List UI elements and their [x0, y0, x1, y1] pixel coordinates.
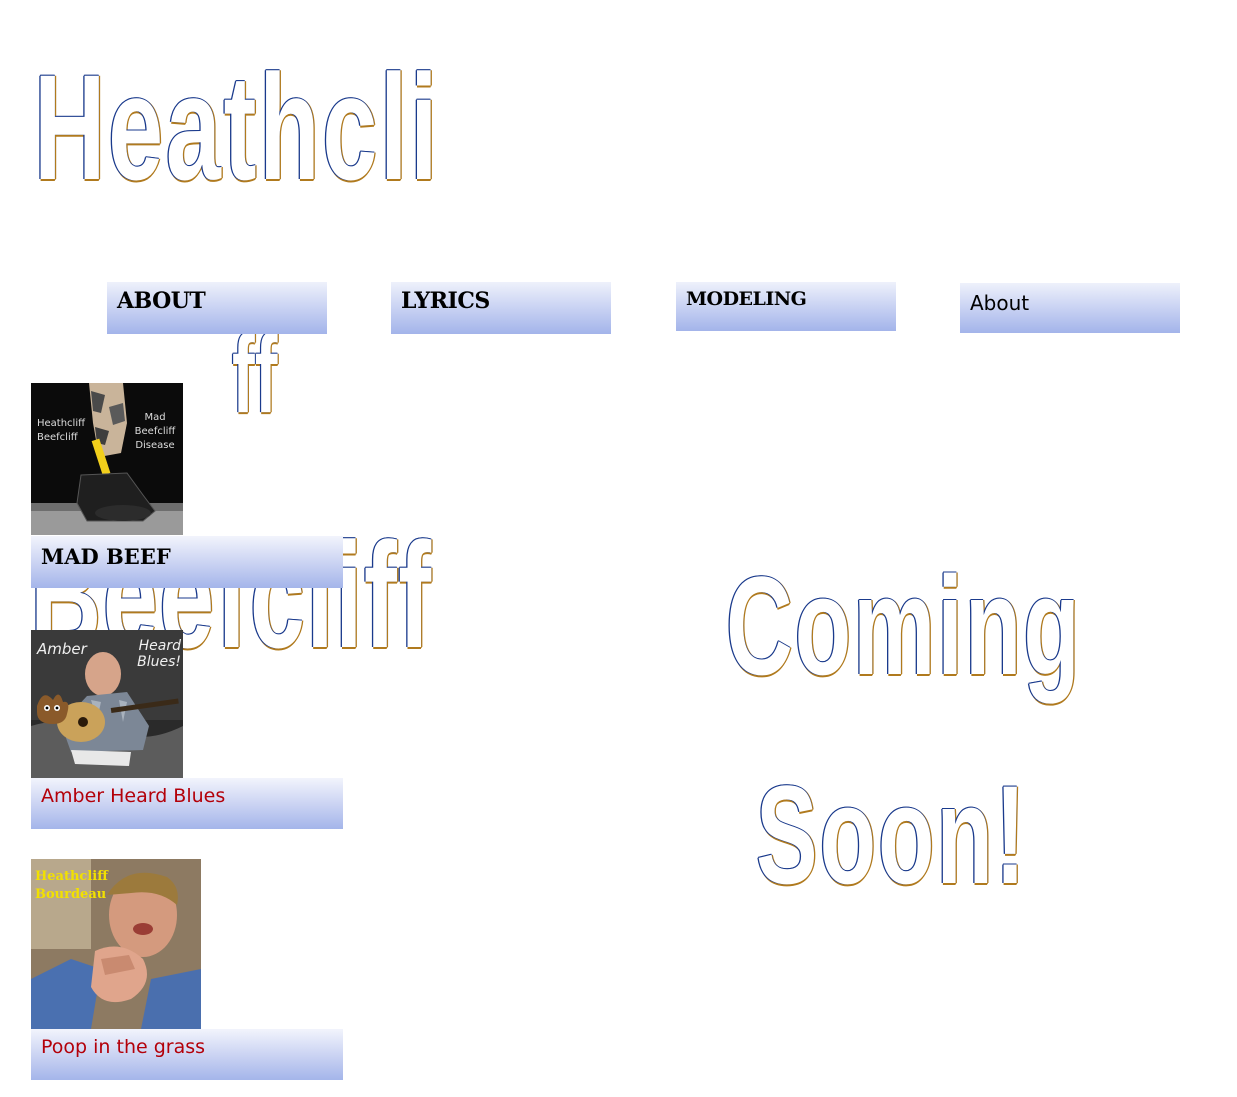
nav-about-button[interactable]: ABOUT: [107, 282, 327, 334]
coming-soon-heading-line-2: Soon!: [756, 756, 1028, 913]
coming-soon-heading-line-1: Coming: [726, 547, 1082, 704]
song-title-poop-in-the-grass[interactable]: Poop in the grass: [31, 1029, 343, 1080]
cover-text-right: Mad Beefcliff Disease: [134, 412, 176, 451]
cover-text-right: Heard Blues!: [137, 638, 181, 670]
nav-about-alt-button[interactable]: About: [960, 283, 1180, 333]
cover-text-left: Heathcliff Beefcliff: [37, 418, 86, 443]
site-title-line-1: Heathcli: [34, 43, 441, 211]
song-cover-amber-heard-blues[interactable]: Amber Heard Blues!: [31, 630, 183, 778]
song-title-mad-beef[interactable]: MAD BEEF: [31, 536, 343, 588]
cover-text: Heathcliff Bourdeau: [35, 869, 108, 902]
nav-lyrics-button[interactable]: LYRICS: [391, 282, 611, 334]
song-title-amber-heard-blues[interactable]: Amber Heard Blues: [31, 778, 343, 829]
song-cover-poop-in-the-grass[interactable]: Heathcliff Bourdeau: [31, 859, 201, 1029]
site-title-line-2: ff: [232, 313, 278, 436]
song-cover-mad-beef[interactable]: Heathcliff Beefcliff Mad Beefcliff Disea…: [31, 383, 183, 535]
cover-text-left: Amber: [37, 640, 87, 658]
nav-modeling-button[interactable]: MODELING: [676, 282, 896, 331]
